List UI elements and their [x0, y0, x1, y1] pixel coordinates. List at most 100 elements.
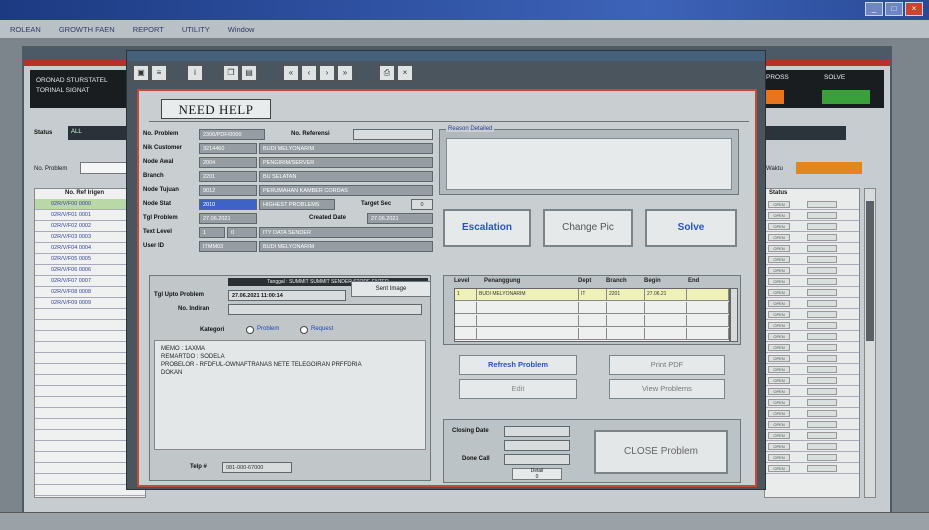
waktu-field[interactable]	[796, 162, 862, 174]
solve-status-button[interactable]	[822, 90, 870, 104]
target-sec-field[interactable]: 0	[411, 199, 433, 210]
action-cell[interactable]	[807, 410, 837, 417]
action-cell[interactable]	[807, 366, 837, 373]
action-cell[interactable]	[807, 201, 837, 208]
tgl-upto-field[interactable]: 27.06.2021 11:00:14	[228, 290, 346, 301]
table-row[interactable]: OPEN	[765, 243, 859, 254]
no-referensi-field[interactable]	[353, 129, 433, 140]
action-cell[interactable]	[807, 377, 837, 384]
action-cell[interactable]	[807, 355, 837, 362]
next-icon[interactable]: ›	[319, 65, 335, 81]
save-icon[interactable]: ▣	[133, 65, 149, 81]
escalation-button[interactable]: Escalation	[443, 209, 531, 247]
last-icon[interactable]: »	[337, 65, 353, 81]
scrollbar[interactable]	[864, 188, 876, 498]
info-icon[interactable]: i	[187, 65, 203, 81]
table-row[interactable]: OPEN	[765, 331, 859, 342]
node-awal-field[interactable]: 2004	[199, 157, 257, 168]
table-row[interactable]: OPEN	[765, 353, 859, 364]
action-cell[interactable]	[807, 432, 837, 439]
close-icon[interactable]: ×	[397, 65, 413, 81]
text-level-field[interactable]: 1	[199, 227, 225, 238]
view-problems-button[interactable]: View Problems	[609, 379, 725, 399]
menu-item[interactable]: GROWTH FAEN	[59, 25, 115, 34]
action-cell[interactable]	[807, 344, 837, 351]
table-row[interactable]: OPEN	[765, 232, 859, 243]
request-radio[interactable]	[300, 326, 308, 334]
prev-icon[interactable]: ‹	[301, 65, 317, 81]
change-pic-button[interactable]: Change Pic	[543, 209, 633, 247]
detail-button[interactable]: Detail 0	[512, 468, 562, 480]
right-filter-field[interactable]	[762, 126, 846, 140]
table-row[interactable]: OPEN	[765, 386, 859, 397]
problem-radio[interactable]	[246, 326, 254, 334]
action-cell[interactable]	[807, 322, 837, 329]
tgl-problem-field[interactable]: 27.06.2021	[199, 213, 257, 224]
solve-button[interactable]: Solve	[645, 209, 737, 247]
reason-textarea[interactable]	[446, 138, 732, 190]
action-cell[interactable]	[807, 388, 837, 395]
table-row[interactable]: OPEN	[765, 320, 859, 331]
table-row[interactable]: OPEN	[765, 430, 859, 441]
close-icon[interactable]: ×	[905, 2, 923, 16]
scrollbar[interactable]	[730, 288, 738, 342]
no-indiran-field[interactable]	[228, 304, 422, 315]
table-row[interactable]: OPEN	[765, 254, 859, 265]
node-stat-field[interactable]: 2010	[199, 199, 257, 210]
first-icon[interactable]: «	[283, 65, 299, 81]
minimize-icon[interactable]: _	[865, 2, 883, 16]
table-row[interactable]: OPEN	[765, 364, 859, 375]
action-cell[interactable]	[807, 443, 837, 450]
close-problem-button[interactable]: CLOSE Problem	[594, 430, 728, 474]
print-icon[interactable]: ⎙	[379, 65, 395, 81]
action-cell[interactable]	[807, 300, 837, 307]
table-row[interactable]: OPEN	[765, 265, 859, 276]
closing-date-field[interactable]	[504, 426, 570, 437]
action-cell[interactable]	[807, 333, 837, 340]
table-row[interactable]: OPEN	[765, 452, 859, 463]
action-cell[interactable]	[807, 245, 837, 252]
telp-field[interactable]: 081-000-67000	[222, 462, 292, 473]
menu-item[interactable]: ROLEAN	[10, 25, 41, 34]
branch-field[interactable]: 2201	[199, 171, 257, 182]
notes-textarea[interactable]: MEMO : 1AXMA REMARTDO : SODELA PROBELOR …	[154, 340, 426, 450]
table-row[interactable]: OPEN	[765, 221, 859, 232]
sent-image-button[interactable]: Sent Image	[351, 281, 431, 297]
table-row[interactable]: OPEN	[765, 408, 859, 419]
menu-item[interactable]: Window	[228, 25, 255, 34]
table-row[interactable]	[455, 328, 729, 340]
action-cell[interactable]	[807, 256, 837, 263]
table-row[interactable]: OPEN	[765, 375, 859, 386]
text-level-sub[interactable]: 0	[227, 227, 257, 238]
created-date-field[interactable]: 27.06.2021	[367, 213, 433, 224]
action-cell[interactable]	[807, 234, 837, 241]
table-row[interactable]: OPEN	[765, 309, 859, 320]
table-row[interactable]: OPEN	[765, 441, 859, 452]
menu-item[interactable]: REPORT	[133, 25, 164, 34]
table-row[interactable]	[455, 315, 729, 327]
done-call-field[interactable]	[504, 454, 570, 465]
paste-icon[interactable]: ▤	[241, 65, 257, 81]
no-problem-field[interactable]: 2306/PDF/0000	[199, 129, 265, 140]
list-icon[interactable]: ≡	[151, 65, 167, 81]
table-row[interactable]: OPEN	[765, 276, 859, 287]
action-cell[interactable]	[807, 278, 837, 285]
edit-button[interactable]: Edit	[459, 379, 577, 399]
menu-item[interactable]: UTILITY	[182, 25, 210, 34]
table-row[interactable]: OPEN	[765, 419, 859, 430]
table-row[interactable]: OPEN	[765, 342, 859, 353]
copy-icon[interactable]: ❐	[223, 65, 239, 81]
table-row[interactable]: OPEN	[765, 210, 859, 221]
action-cell[interactable]	[807, 212, 837, 219]
action-cell[interactable]	[807, 223, 837, 230]
table-row[interactable]: OPEN	[765, 463, 859, 474]
scrollbar-thumb[interactable]	[866, 201, 874, 341]
user-id-field[interactable]: ITMM03	[199, 241, 257, 252]
action-cell[interactable]	[807, 399, 837, 406]
table-row[interactable]: OPEN	[765, 397, 859, 408]
action-cell[interactable]	[807, 289, 837, 296]
action-cell[interactable]	[807, 311, 837, 318]
action-cell[interactable]	[807, 465, 837, 472]
action-cell[interactable]	[807, 454, 837, 461]
nik-customer-field[interactable]: 3214460	[199, 143, 257, 154]
